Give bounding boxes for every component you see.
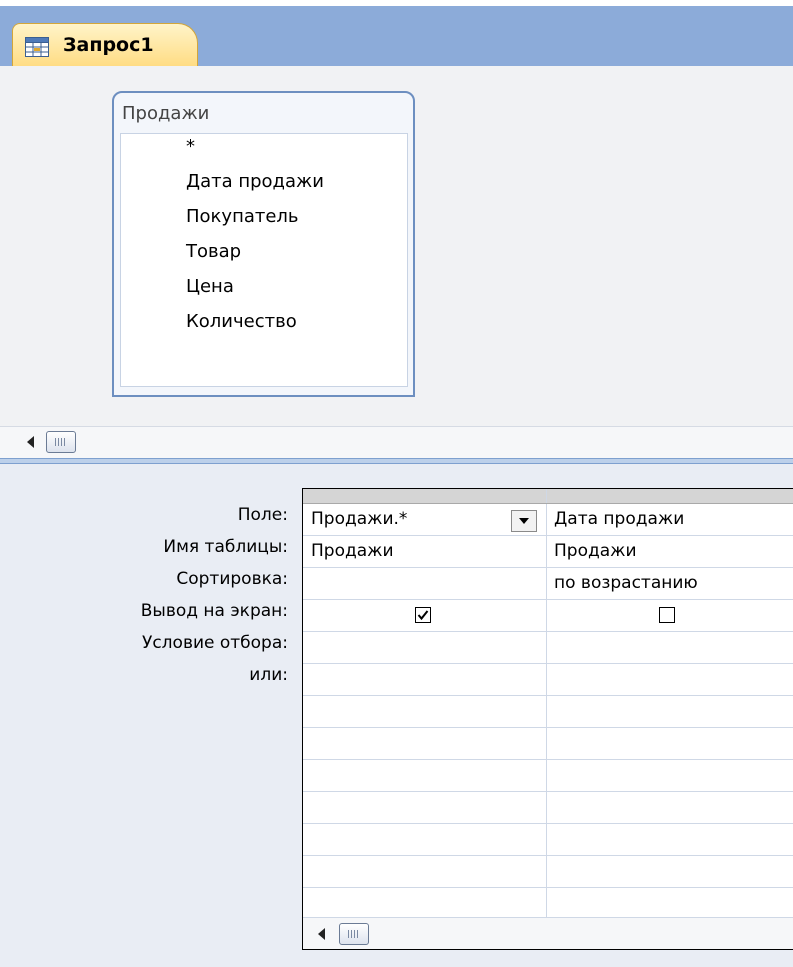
- column-selector-1[interactable]: [303, 489, 547, 503]
- grid-cell-field-2[interactable]: Дата продажи: [554, 509, 684, 529]
- document-tab-bar: Запрос1: [0, 0, 793, 72]
- field-item-price[interactable]: Цена: [186, 276, 234, 297]
- field-item-product[interactable]: Товар: [186, 241, 241, 262]
- field-item-quantity[interactable]: Количество: [186, 311, 297, 332]
- field-item-sale-date[interactable]: Дата продажи: [186, 171, 324, 192]
- grid-scroll-thumb[interactable]: [339, 923, 369, 945]
- query-icon: [25, 37, 49, 57]
- field-list: * Дата продажи Покупатель Товар Цена Кол…: [120, 133, 408, 387]
- table-field-list-window[interactable]: Продажи * Дата продажи Покупатель Товар …: [112, 91, 415, 397]
- column-selector-2[interactable]: [547, 489, 793, 503]
- grid-cell-table-1[interactable]: Продажи: [311, 541, 394, 561]
- tab-query1[interactable]: Запрос1: [12, 23, 198, 72]
- row-label-show: Вывод на экран:: [140, 601, 288, 621]
- table-title: Продажи: [122, 103, 210, 124]
- grid-cell-sort-2[interactable]: по возрастанию: [554, 573, 698, 593]
- scroll-thumb[interactable]: [46, 431, 76, 453]
- field-item-all[interactable]: *: [186, 136, 195, 157]
- field-dropdown-button[interactable]: [511, 510, 537, 532]
- show-checkbox-2[interactable]: [659, 607, 675, 623]
- tab-title: Запрос1: [63, 34, 154, 56]
- grid-cell-table-2[interactable]: Продажи: [554, 541, 637, 561]
- row-label-sort: Сортировка:: [176, 569, 288, 589]
- row-label-field: Поле:: [237, 505, 288, 525]
- show-checkbox-1[interactable]: [415, 607, 431, 623]
- grid-cell-field-1[interactable]: Продажи.*: [311, 509, 407, 529]
- checkmark-icon: [417, 610, 429, 621]
- scroll-left-arrow-icon[interactable]: [27, 436, 34, 448]
- table-pane-scrollbar[interactable]: [0, 426, 793, 458]
- row-label-table: Имя таблицы:: [163, 537, 288, 557]
- grid-scrollbar[interactable]: [303, 918, 793, 949]
- grid-scroll-left-arrow-icon[interactable]: [318, 928, 325, 940]
- query-design-grid: Продажи.* Дата продажи Продажи Продажи п…: [302, 488, 793, 950]
- field-item-buyer[interactable]: Покупатель: [186, 206, 299, 227]
- row-label-criteria: Условие отбора:: [141, 633, 288, 653]
- row-label-or: или:: [249, 665, 288, 685]
